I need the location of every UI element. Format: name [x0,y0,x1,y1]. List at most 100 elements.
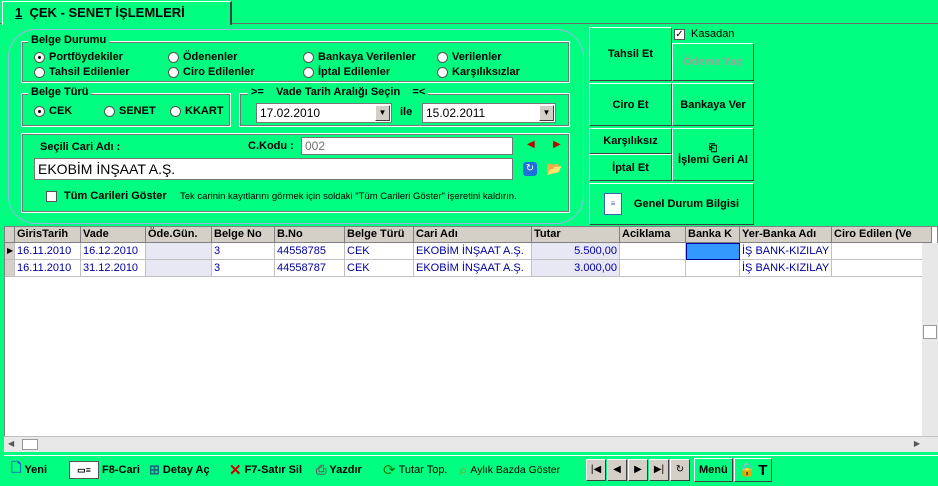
yazdir-button[interactable]: ⎙ Yazdır [315,458,363,482]
cell[interactable]: 3.000,00 [532,260,620,277]
cell[interactable]: EKOBİM İNŞAAT A.Ş. [414,260,532,277]
cell-selected[interactable] [686,243,740,260]
chevron-down-icon[interactable]: ▼ [539,105,554,121]
kasadan-checkbox[interactable]: ✓ [674,29,685,40]
radio-odenenler[interactable]: Ödenenler [168,51,237,63]
chevron-down-icon[interactable]: ▼ [375,105,390,121]
radio-verilenler[interactable]: Verilenler [437,51,502,63]
radio-portfoydekiler[interactable]: Portföydekiler [34,51,123,63]
sil-label: F7-Satır Sil [244,464,303,476]
cell[interactable]: CEK [345,260,414,277]
vertical-scrollbar[interactable] [922,243,938,436]
cell[interactable] [620,260,686,277]
cell[interactable]: 44558785 [275,243,345,260]
karsiliksiz-button[interactable]: Karşılıksız [589,128,672,154]
col-belge-turu[interactable]: Belge Türü [345,227,414,243]
vade-end-select[interactable]: 15.02.2011 ▼ [422,103,556,123]
cell[interactable]: 31.12.2010 [81,260,146,277]
arrow-left-icon[interactable]: ◀ [527,139,535,150]
undo-icon: ⎗ [709,143,717,154]
refresh-icon[interactable]: ↻ [670,459,690,481]
cell[interactable] [832,243,932,260]
cell[interactable]: 44558787 [275,260,345,277]
radio-karsiliksizlar[interactable]: Karşılıksızlar [437,66,520,78]
tab-cek-senet[interactable]: 1 ÇEK - SENET İŞLEMLERİ [2,1,232,25]
radio-label: KKART [185,105,224,117]
cell[interactable]: İŞ BANK-KIZILAY [740,260,832,277]
scroll-thumb[interactable] [923,325,937,339]
refresh-icon[interactable]: ↻ [523,162,537,176]
radio-bankaya-verilenler[interactable]: Bankaya Verilenler [303,51,416,63]
cell[interactable]: EKOBİM İNŞAAT A.Ş. [414,243,532,260]
tutar-top-button[interactable]: ⟳ Tutar Top. [382,458,449,482]
tahsil-et-button[interactable]: Tahsil Et [589,27,672,81]
prev-record-icon[interactable]: ◀ [607,459,627,481]
folder-open-icon[interactable]: 📂 [546,161,562,177]
radio-label: Verilenler [452,51,502,63]
arrow-right-icon[interactable]: ▶ [553,139,561,150]
col-belge-no[interactable]: Belge No [212,227,275,243]
cari-kod-field[interactable]: 002 [301,137,513,155]
vade-start-select[interactable]: 17.02.2010 ▼ [256,103,392,123]
last-record-icon[interactable]: ▶| [649,459,669,481]
col-ode-gun[interactable]: Öde.Gün. [146,227,212,243]
cell[interactable]: 3 [212,243,275,260]
table-row[interactable]: ▶ 16.11.2010 16.12.2010 3 44558785 CEK E… [5,243,932,260]
col-aciklama[interactable]: Aciklama [620,227,686,243]
cell[interactable]: 16.12.2010 [81,243,146,260]
radio-senet[interactable]: SENET [104,105,156,117]
radio-tahsil-edilenler[interactable]: Tahsil Edilenler [34,66,130,78]
aylik-bazda-button[interactable]: ⌕ Aylık Bazda Göster [458,458,562,482]
radio-ciro-edilenler[interactable]: Ciro Edilenler [168,66,255,78]
islemi-geri-al-label: İşlemi Geri Al [678,154,748,166]
first-record-icon[interactable]: |◀ [586,459,606,481]
col-b-no[interactable]: B.No [275,227,345,243]
cell[interactable] [686,260,740,277]
detay-ac-button[interactable]: ⊞ Detay Aç [148,458,211,482]
cari-name-field[interactable]: EKOBİM İNŞAAT A.Ş. [34,158,513,180]
radio-cek[interactable]: CEK [34,105,72,117]
cell[interactable] [832,260,932,277]
radio-iptal-edilenler[interactable]: İptal Edilenler [303,66,390,78]
col-giristarih[interactable]: GirisTarih [15,227,81,243]
cell[interactable]: İŞ BANK-KIZILAY [740,243,832,260]
iptal-et-button[interactable]: İptal Et [589,154,672,181]
next-record-icon[interactable]: ▶ [628,459,648,481]
cell[interactable]: 5.500,00 [532,243,620,260]
yeni-button[interactable]: 🗋 Yeni [10,458,49,482]
horizontal-scrollbar[interactable]: ◀ ▶ [4,436,938,452]
cell[interactable]: 16.11.2010 [15,243,81,260]
cell[interactable] [146,243,212,260]
col-vade[interactable]: Vade [81,227,146,243]
col-cari-adi[interactable]: Cari Adı [414,227,532,243]
radio-dot [303,66,314,78]
scroll-thumb[interactable] [22,439,38,450]
islemi-geri-al-button[interactable]: ⎗ İşlemi Geri Al [672,128,754,181]
cell[interactable] [146,260,212,277]
genel-durum-button[interactable]: ≡ Genel Durum Bilgisi [589,183,754,225]
odeme-yap-button[interactable]: Ödeme Yap [672,43,754,81]
cari-button[interactable]: ▭≡ F8-Cari [68,458,141,482]
col-tutar[interactable]: Tutar [532,227,620,243]
cell[interactable]: 16.11.2010 [15,260,81,277]
col-banka-k[interactable]: Banka K [686,227,740,243]
cell[interactable]: 3 [212,260,275,277]
cell[interactable] [620,243,686,260]
col-yer-banka[interactable]: Yer-Banka Adı [740,227,832,243]
satir-sil-button[interactable]: ✕ F7-Satır Sil [228,458,304,482]
table-row[interactable]: 16.11.2010 31.12.2010 3 44558787 CEK EKO… [5,260,932,277]
scroll-right-icon[interactable]: ▶ [914,439,920,448]
bankaya-ver-button[interactable]: Bankaya Ver [672,83,754,126]
show-all-checkbox[interactable] [46,191,57,202]
vade-title: >= Vade Tarih Aralığı Seçin =< [248,86,429,98]
col-ciro-edilen[interactable]: Ciro Edilen (Ve [832,227,932,243]
show-all-hint: Tek carinin kayıtlarını görmek için sold… [180,191,517,202]
radio-kkart[interactable]: KKART [170,105,224,117]
menu-button[interactable]: Menü [694,458,733,482]
ciro-et-button[interactable]: Ciro Et [589,83,672,126]
lock-button[interactable]: 🔒 T [734,458,773,482]
belge-durumu-group: Belge Durumu Portföydekiler Ödenenler Ba… [21,34,570,83]
scroll-left-icon[interactable]: ◀ [8,439,14,448]
radio-label: Portföydekiler [49,51,123,63]
cell[interactable]: CEK [345,243,414,260]
